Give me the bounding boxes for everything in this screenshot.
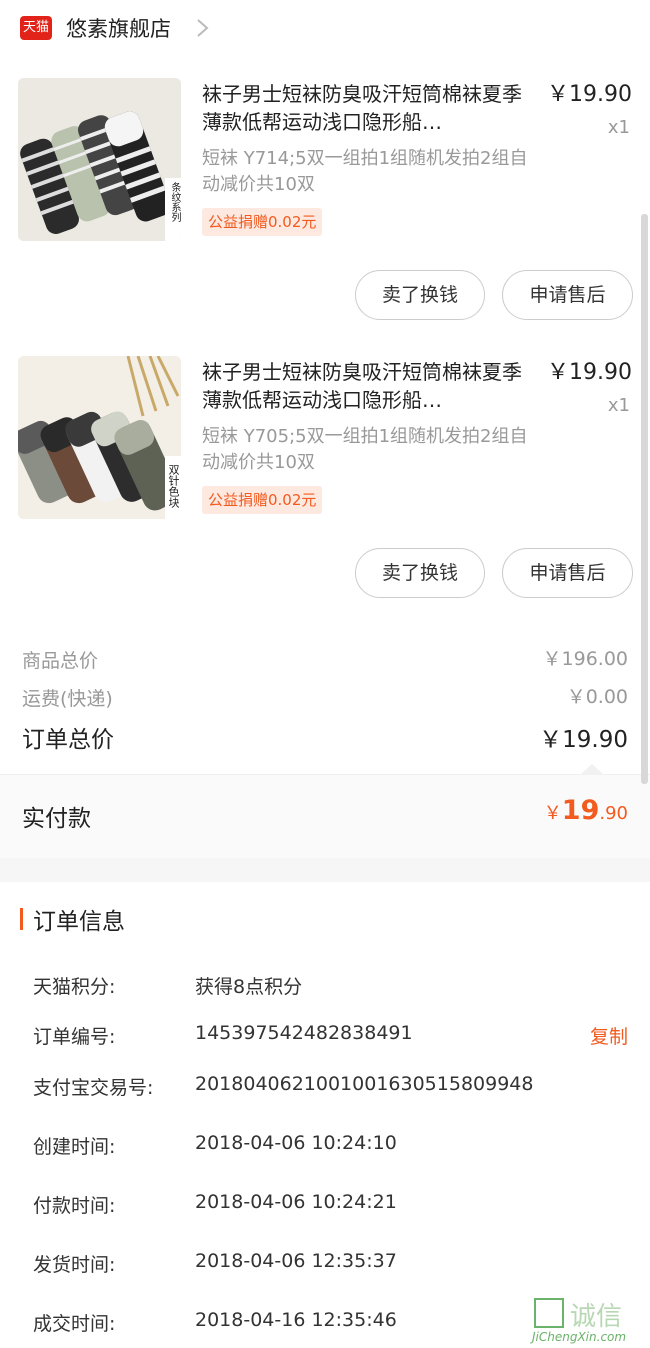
actual-payment-value: ￥19.90 bbox=[544, 795, 628, 826]
product-image-caption: 条纹系列 bbox=[169, 182, 180, 222]
product-title[interactable]: 袜子男士短袜防臭吸汗短筒棉袜夏季薄款低帮运动浅口隐形船… bbox=[202, 358, 537, 414]
watermark-logo: 诚信 JiChengXin.com bbox=[530, 1296, 646, 1346]
store-header[interactable]: 天猫 悠素旗舰店 bbox=[0, 0, 650, 58]
created-time-value: 2018-04-06 10:24:10 bbox=[195, 1132, 397, 1154]
order-total-label: 订单总价 bbox=[22, 727, 114, 753]
order-info-section: 订单信息 天猫积分: 获得8点积分 订单编号: 1453975424828384… bbox=[0, 882, 650, 1348]
section-accent-bar bbox=[20, 908, 23, 930]
product-quantity: x1 bbox=[607, 395, 630, 416]
charity-tag: 公益捐赠0.02元 bbox=[202, 208, 323, 236]
completed-time-value: 2018-04-16 12:35:46 bbox=[195, 1309, 397, 1331]
alipay-trade-number-label: 支付宝交易号: bbox=[33, 1077, 154, 1099]
watermark-text: 诚信 bbox=[570, 1302, 623, 1332]
completed-time-label: 成交时间: bbox=[33, 1313, 116, 1335]
alipay-trade-number-value: 2018040621001001630515809948 bbox=[195, 1073, 534, 1095]
price-summary: 商品总价 ￥196.00 运费(快递) ￥0.00 订单总价 ￥19.90 bbox=[0, 624, 650, 774]
after-sale-button[interactable]: 申请售后 bbox=[502, 548, 633, 598]
actual-payment-label: 实付款 bbox=[22, 806, 91, 832]
product-price: ￥19.90 bbox=[547, 82, 632, 107]
product-list: 条纹系列 袜子男士短袜防臭吸汗短筒棉袜夏季薄款低帮运动浅口隐形船… ￥19.90… bbox=[0, 58, 650, 624]
copy-order-number-button[interactable]: 复制 bbox=[590, 1022, 628, 1049]
shipping-value: ￥0.00 bbox=[566, 686, 628, 708]
store-name[interactable]: 悠素旗舰店 bbox=[66, 14, 171, 44]
shipped-time-label: 发货时间: bbox=[33, 1254, 116, 1276]
watermark-box-icon bbox=[534, 1298, 564, 1328]
order-total-value: ￥19.90 bbox=[539, 727, 628, 753]
scrollbar[interactable] bbox=[641, 214, 648, 784]
payment-integer: 19 bbox=[561, 795, 600, 826]
sell-for-cash-button[interactable]: 卖了换钱 bbox=[355, 548, 485, 598]
caret-up-icon bbox=[580, 764, 604, 775]
watermark-domain: JiChengXin.com bbox=[532, 1330, 627, 1344]
points-value: 获得8点积分 bbox=[195, 976, 303, 998]
product-spec: 短袜 Y705;5双一组拍1组随机发拍2组自动减价共10双 bbox=[202, 426, 528, 473]
after-sale-button[interactable]: 申请售后 bbox=[502, 270, 633, 320]
product-image[interactable]: 双针色块 bbox=[18, 356, 181, 519]
payment-currency: ￥ bbox=[543, 803, 562, 824]
product-item[interactable]: 双针色块 袜子男士短袜防臭吸汗短筒棉袜夏季薄款低帮运动浅口隐形船… ￥19.90… bbox=[0, 336, 650, 614]
product-title[interactable]: 袜子男士短袜防臭吸汗短筒棉袜夏季薄款低帮运动浅口隐形船… bbox=[202, 80, 537, 136]
goods-total-label: 商品总价 bbox=[22, 650, 99, 672]
product-price: ￥19.90 bbox=[547, 360, 632, 385]
order-number-value: 145397542482838491 bbox=[195, 1022, 413, 1044]
paid-time-value: 2018-04-06 10:24:21 bbox=[195, 1191, 397, 1213]
product-image-caption: 双针色块 bbox=[167, 464, 180, 508]
product-image[interactable]: 条纹系列 bbox=[18, 78, 181, 241]
product-item[interactable]: 条纹系列 袜子男士短袜防臭吸汗短筒棉袜夏季薄款低帮运动浅口隐形船… ￥19.90… bbox=[0, 58, 650, 336]
product-spec: 短袜 Y714;5双一组拍1组随机发拍2组自动减价共10双 bbox=[202, 148, 528, 195]
order-number-label: 订单编号: bbox=[33, 1026, 116, 1048]
chevron-right-icon bbox=[197, 19, 209, 37]
tmall-logo-icon: 天猫 bbox=[20, 16, 52, 40]
sell-for-cash-button[interactable]: 卖了换钱 bbox=[355, 270, 485, 320]
paid-time-label: 付款时间: bbox=[33, 1195, 116, 1217]
goods-total-value: ￥196.00 bbox=[542, 648, 628, 670]
shipped-time-value: 2018-04-06 12:35:37 bbox=[195, 1250, 397, 1272]
payment-decimal: .90 bbox=[599, 803, 628, 824]
actual-payment-row: 实付款 ￥19.90 bbox=[0, 774, 650, 858]
shipping-label: 运费(快递) bbox=[22, 688, 113, 710]
order-info-title: 订单信息 bbox=[33, 909, 125, 935]
product-quantity: x1 bbox=[607, 117, 630, 138]
points-label: 天猫积分: bbox=[33, 976, 116, 998]
charity-tag: 公益捐赠0.02元 bbox=[202, 486, 323, 514]
created-time-label: 创建时间: bbox=[33, 1136, 116, 1158]
order-detail-page: 天猫 悠素旗舰店 条纹系列 袜子男士短袜防臭吸汗短筒棉袜夏季薄款低帮运动浅口隐形… bbox=[0, 0, 650, 1348]
